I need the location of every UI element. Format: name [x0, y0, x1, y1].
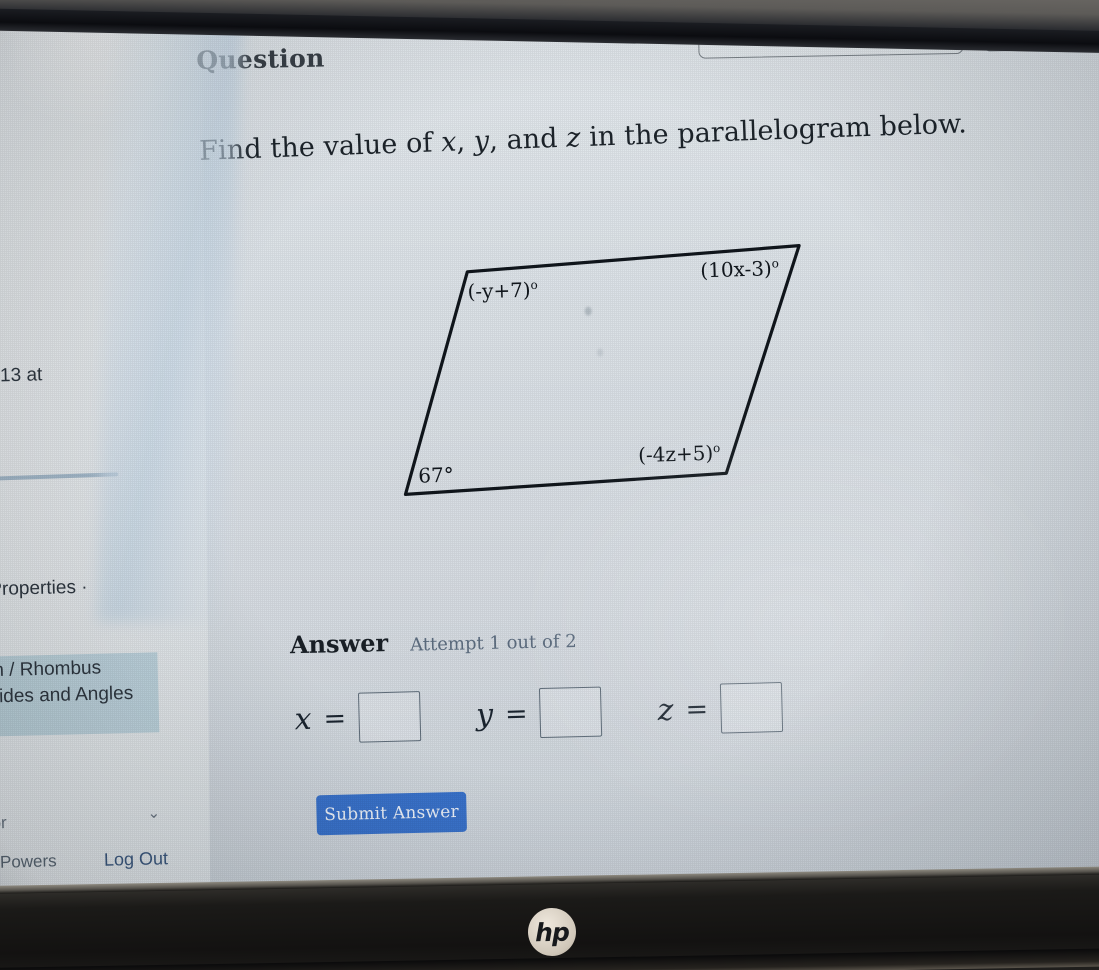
answer-header: Answer Attempt 1 out of 2: [290, 624, 577, 659]
answer-field-z: z =: [657, 681, 783, 735]
sidebar-item-sides-and-angles[interactable]: Sides and Angles: [0, 683, 133, 709]
degree-symbol: o: [712, 440, 721, 456]
sidebar-or-text: or: [0, 813, 7, 833]
angle-label-bottom-right: (-4z+5)o: [637, 440, 721, 468]
prompt-var-y: y: [473, 125, 490, 157]
hp-logo-text: hp: [534, 917, 570, 947]
degree-symbol: °: [443, 462, 455, 487]
prompt-var-z: z: [565, 122, 582, 154]
degree-symbol: o: [530, 277, 538, 292]
angle-expr: (-4z+5): [637, 440, 714, 468]
screen-smudge: [584, 306, 592, 316]
parallelogram-outline: [403, 244, 801, 496]
answer-title: Answer: [289, 628, 389, 660]
sidebar-item-powers[interactable]: Powers: [0, 851, 57, 872]
sidebar-due-date-text: ber 13 at: [0, 364, 43, 387]
prompt-text-1: Find the value of: [198, 127, 442, 167]
laptop-photo: 5 ber 13 at Properties · m / Rhombus Sid…: [0, 0, 1099, 970]
degree-symbol: o: [771, 256, 780, 271]
equals-sign: =: [685, 693, 709, 725]
prompt-text-2: ,: [455, 126, 475, 158]
y-input[interactable]: [539, 686, 603, 739]
equals-sign: =: [504, 697, 529, 730]
prompt-text-4: in the parallelogram below.: [580, 108, 968, 154]
chevron-down-icon[interactable]: ⌄: [147, 804, 160, 822]
field-var-y: y: [475, 696, 494, 733]
sidebar-region: [0, 15, 211, 890]
submit-answer-button[interactable]: Submit Answer: [316, 791, 467, 836]
answer-field-x: x =: [294, 691, 421, 744]
equals-sign: =: [323, 702, 347, 735]
attempt-counter: Attempt 1 out of 2: [409, 631, 577, 656]
prompt-var-x: x: [440, 126, 458, 159]
sidebar-item-properties[interactable]: Properties ·: [0, 577, 88, 601]
question-prompt: Find the value of x, y, and z in the par…: [198, 107, 1000, 167]
angle-expr: (10x-3): [699, 256, 773, 283]
log-out-link[interactable]: Log Out: [104, 848, 169, 871]
sidebar-item-rhombus[interactable]: m / Rhombus: [0, 657, 101, 682]
x-input[interactable]: [357, 691, 421, 743]
field-var-z: z: [657, 692, 674, 728]
angle-label-bottom-left: 67°: [418, 463, 454, 488]
parallelogram-figure: (-y+7)o (10x-3)o (-4z+5)o 67°: [374, 222, 847, 526]
webpage-content: 5 ber 13 at Properties · m / Rhombus Sid…: [0, 6, 1099, 890]
angle-label-top-left: (-y+7)o: [467, 277, 538, 304]
page-title: Question: [196, 43, 325, 76]
prompt-text-3: , and: [488, 122, 567, 157]
laptop-screen: 5 ber 13 at Properties · m / Rhombus Sid…: [0, 6, 1099, 890]
field-var-x: x: [294, 701, 313, 737]
angle-label-top-right: (10x-3)o: [700, 256, 779, 282]
angle-expr: 67: [417, 462, 445, 488]
z-input[interactable]: [719, 681, 783, 734]
angle-expr: (-y+7): [467, 277, 532, 304]
screen-smudge: [597, 348, 604, 357]
answer-fields: x = y = z =: [294, 681, 783, 744]
answer-field-y: y =: [475, 686, 603, 740]
